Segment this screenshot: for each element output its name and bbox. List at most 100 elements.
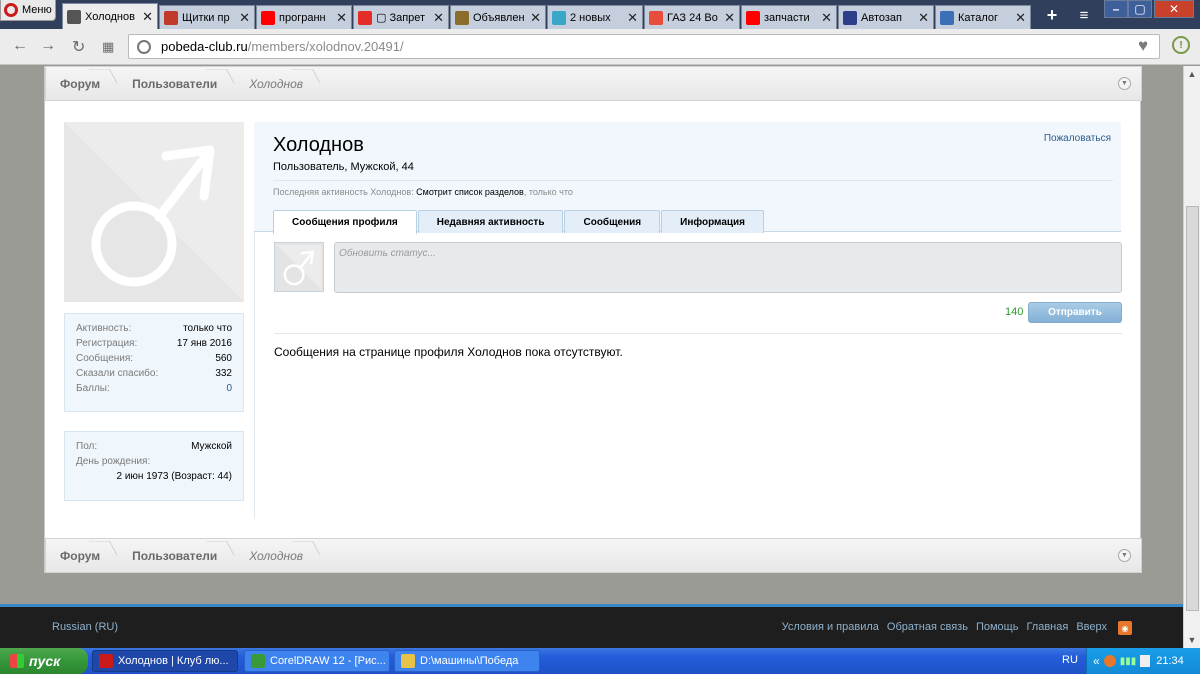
input-language[interactable]: RU bbox=[1062, 654, 1078, 666]
close-tab-icon[interactable]: ✕ bbox=[724, 10, 735, 26]
site-favicon bbox=[67, 9, 81, 24]
breadcrumb-bottom-current[interactable]: Холоднов bbox=[235, 538, 321, 573]
taskbar-task[interactable]: Холоднов | Клуб лю... bbox=[92, 650, 238, 672]
reload-icon[interactable]: ↻ bbox=[72, 37, 85, 57]
close-tab-icon[interactable]: ✕ bbox=[627, 10, 638, 26]
globe-icon bbox=[137, 39, 151, 54]
avatar-small[interactable] bbox=[274, 242, 324, 292]
taskbar-task[interactable]: CorelDRAW 12 - [Рис... bbox=[244, 650, 390, 672]
close-tab-icon[interactable]: ✕ bbox=[239, 10, 250, 26]
bookmark-heart-icon[interactable]: ♥ bbox=[1138, 36, 1158, 55]
gender-row: Пол: Мужской bbox=[76, 439, 232, 454]
page-scrollbar[interactable]: ▲ ▼ bbox=[1183, 66, 1200, 648]
last-activity-time: , только что bbox=[523, 187, 573, 197]
browser-tab[interactable]: Автозап ✕ bbox=[838, 5, 934, 29]
footer-link[interactable]: Вверх bbox=[1076, 621, 1107, 633]
report-link[interactable]: Пожаловаться bbox=[1044, 133, 1111, 144]
jump-menu-bottom-icon[interactable]: ▼ bbox=[1118, 549, 1131, 562]
start-button[interactable]: пуск bbox=[0, 648, 88, 674]
taskbar-task[interactable]: D:\машины\Победа bbox=[394, 650, 540, 672]
browser-menu-button[interactable]: Меню bbox=[0, 0, 56, 21]
scroll-down-icon[interactable]: ▼ bbox=[1184, 632, 1200, 648]
birthday-row: День рождения: bbox=[76, 454, 232, 469]
volume-icon[interactable] bbox=[1140, 655, 1151, 667]
close-window-icon[interactable]: ✕ bbox=[1154, 0, 1194, 18]
breadcrumb-users[interactable]: Пользователи bbox=[118, 66, 235, 101]
browser-tab[interactable]: ▢ Запрет ✕ bbox=[353, 5, 449, 29]
speed-dial-icon[interactable]: ▦ bbox=[102, 39, 114, 55]
gender-label: Пол: bbox=[76, 441, 98, 452]
browser-tab[interactable]: програнн ✕ bbox=[256, 5, 352, 29]
browser-tab[interactable]: Щитки пр ✕ bbox=[159, 5, 255, 29]
stat-value: только что bbox=[183, 323, 232, 334]
breadcrumb-forum[interactable]: Форум bbox=[46, 66, 118, 101]
empty-messages-text: Сообщения на странице профиля Холоднов п… bbox=[274, 345, 623, 359]
breadcrumb-bottom-forum[interactable]: Форум bbox=[46, 538, 118, 573]
maximize-icon[interactable]: ▢ bbox=[1128, 0, 1152, 18]
tray-arrow-icon[interactable]: « bbox=[1093, 654, 1100, 668]
close-tab-icon[interactable]: ✕ bbox=[530, 10, 541, 26]
browser-tab[interactable]: Объявлен ✕ bbox=[450, 5, 546, 29]
browser-tab[interactable]: Холоднов ✕ bbox=[62, 3, 158, 29]
browser-tab-title: Каталог bbox=[958, 11, 998, 24]
scroll-up-icon[interactable]: ▲ bbox=[1184, 66, 1200, 82]
tab-postings[interactable]: Сообщения bbox=[564, 210, 661, 233]
opera-icon bbox=[99, 654, 113, 668]
gender-value: Мужской bbox=[191, 441, 232, 452]
browser-tab[interactable]: Каталог ✕ bbox=[935, 5, 1031, 29]
close-tab-icon[interactable]: ✕ bbox=[918, 10, 929, 26]
forward-icon[interactable]: → bbox=[40, 37, 56, 55]
tab-list-icon[interactable]: ≡ bbox=[1072, 5, 1096, 25]
tab-recent-activity[interactable]: Недавняя активность bbox=[417, 210, 564, 233]
footer-link[interactable]: Помощь bbox=[976, 621, 1019, 633]
close-tab-icon[interactable]: ✕ bbox=[1015, 10, 1026, 26]
breadcrumb-bottom-users[interactable]: Пользователи bbox=[118, 538, 235, 573]
browser-tab[interactable]: ГАЗ 24 Во ✕ bbox=[644, 5, 740, 29]
eye-icon bbox=[843, 10, 857, 25]
back-icon[interactable]: ← bbox=[12, 37, 28, 55]
breadcrumb-current-label: Холоднов bbox=[249, 76, 304, 91]
browser-tab[interactable]: запчасти ✕ bbox=[741, 5, 837, 29]
update-icon[interactable]: ! bbox=[1172, 36, 1190, 54]
close-tab-icon[interactable]: ✕ bbox=[433, 10, 444, 26]
jump-menu-icon[interactable]: ▼ bbox=[1118, 77, 1131, 90]
stats-box: Активность: только что Регистрация: 17 янв … bbox=[64, 313, 244, 412]
clock[interactable]: 21:34 bbox=[1156, 655, 1184, 667]
send-button[interactable]: Отправить bbox=[1028, 302, 1122, 323]
footer-link[interactable]: Обратная связь bbox=[887, 621, 968, 633]
folder-icon bbox=[401, 654, 415, 668]
tab-information[interactable]: Информация bbox=[661, 210, 765, 233]
taskbar-task-title: D:\машины\Победа bbox=[420, 655, 519, 667]
browser-tab-strip: Меню Холоднов ✕ Щитки пр ✕ програнн ✕ ▢ Запрет… bbox=[0, 0, 1200, 29]
stat-value: 17 янв 2016 bbox=[176, 338, 232, 349]
close-tab-icon[interactable]: ✕ bbox=[336, 10, 347, 26]
minimize-icon[interactable]: – bbox=[1104, 0, 1128, 18]
browser-tab-title: Автозап bbox=[861, 11, 902, 24]
avast-icon[interactable] bbox=[1103, 655, 1116, 667]
close-tab-icon[interactable]: ✕ bbox=[821, 10, 832, 26]
browser-tab-title: ▢ Запрет bbox=[376, 12, 426, 24]
footer-link[interactable]: Главная bbox=[1026, 621, 1068, 633]
breadcrumb-current[interactable]: Холоднов bbox=[235, 66, 321, 101]
scroll-thumb[interactable] bbox=[1186, 206, 1199, 611]
footer-link[interactable]: Условия и правила bbox=[782, 621, 879, 633]
page-viewport: Форум Пользователи Холоднов ▼ Активность… bbox=[0, 66, 1183, 604]
breadcrumb-forum-label: Форум bbox=[60, 76, 101, 91]
last-activity-action[interactable]: Смотрит список разделов bbox=[416, 187, 524, 197]
new-tab-icon[interactable]: + bbox=[1042, 5, 1062, 25]
avatar-large[interactable] bbox=[64, 122, 244, 302]
close-tab-icon[interactable]: ✕ bbox=[142, 9, 153, 25]
signal-icon[interactable]: ▮▮▮ bbox=[1120, 656, 1137, 667]
stat-value[interactable]: 0 bbox=[226, 381, 232, 396]
browser-tab-title: програнн bbox=[279, 11, 326, 24]
stat-row: Активность: только что bbox=[76, 321, 232, 336]
rss-icon[interactable]: ◉ bbox=[1118, 621, 1132, 635]
profile-tabs: Сообщения профиля Недавняя активность Со… bbox=[273, 210, 765, 234]
browser-tab-title: запчасти bbox=[764, 11, 810, 24]
url-field[interactable]: pobeda-club.ru /members/xolodnov.20491/ bbox=[128, 34, 1160, 59]
status-input[interactable]: Обновить статус... bbox=[334, 242, 1122, 293]
browser-tab[interactable]: 2 новых ✕ bbox=[547, 5, 643, 29]
tab-profile-posts[interactable]: Сообщения профиля bbox=[273, 210, 417, 234]
language-chooser[interactable]: Russian (RU) bbox=[52, 621, 118, 633]
url-host: pobeda-club.ru bbox=[161, 39, 248, 54]
